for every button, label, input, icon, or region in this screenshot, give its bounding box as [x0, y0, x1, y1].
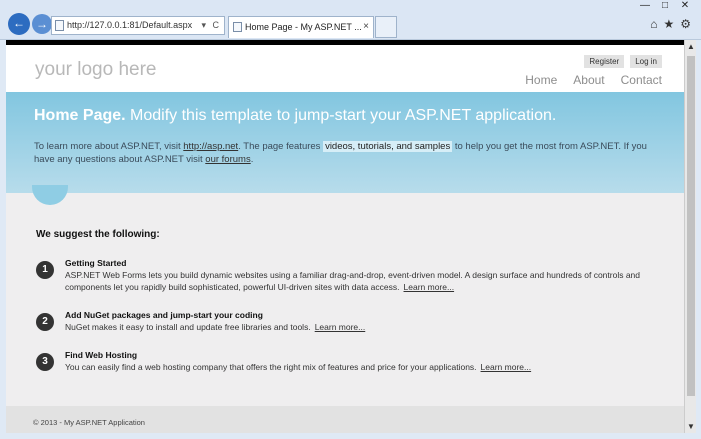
menu-about[interactable]: About [573, 73, 604, 87]
copyright-text: © 2013 - My ASP.NET Application [33, 418, 145, 427]
maximize-button[interactable]: □ [655, 0, 675, 11]
login-link[interactable]: Log in [630, 55, 662, 68]
featured-text-part: To learn more about ASP.NET, visit [34, 141, 184, 152]
close-window-button[interactable]: ✕ [675, 0, 695, 11]
featured-text-part: . The page features [238, 141, 324, 152]
favorites-icon[interactable]: ★ [663, 17, 674, 31]
login-links: Register Log in [578, 55, 662, 68]
item-title: Getting Started [65, 258, 127, 268]
home-icon[interactable]: ⌂ [650, 17, 657, 31]
browser-chrome: ← → http://127.0.0.1:81/Default.aspx ▾ C… [0, 0, 701, 40]
featured-title: Home Page. Modify this template to jump-… [34, 107, 556, 125]
step-number: 2 [36, 313, 54, 331]
arrow-left-icon: ← [13, 16, 25, 30]
window-controls: — □ ✕ [635, 0, 695, 11]
item-desc-text: You can easily find a web hosting compan… [65, 362, 477, 372]
forums-link[interactable]: our forums [205, 154, 250, 165]
menu-home[interactable]: Home [525, 73, 557, 87]
item-description: ASP.NET Web Forms lets you build dynamic… [65, 269, 655, 293]
menu-contact[interactable]: Contact [621, 73, 662, 87]
suggest-heading: We suggest the following: [36, 229, 160, 240]
site-logo[interactable]: your logo here [35, 59, 156, 81]
learn-more-link[interactable]: Learn more... [315, 322, 366, 332]
step-number: 3 [36, 353, 54, 371]
new-tab-button[interactable] [375, 16, 397, 38]
main-menu: Home About Contact [509, 73, 662, 87]
settings-icon[interactable]: ⚙ [680, 17, 691, 31]
scroll-up-icon[interactable]: ▲ [685, 42, 697, 51]
featured-banner: Home Page. Modify this template to jump-… [6, 92, 684, 193]
vertical-scrollbar[interactable]: ▲ ▼ [684, 40, 696, 433]
featured-subtitle: Modify this template to jump-start your … [125, 107, 557, 124]
scroll-down-icon[interactable]: ▼ [685, 422, 697, 431]
step-number: 1 [36, 261, 54, 279]
learn-more-link[interactable]: Learn more... [481, 362, 532, 372]
item-title: Add NuGet packages and jump-start your c… [65, 310, 263, 320]
item-description: You can easily find a web hosting compan… [65, 361, 655, 373]
item-desc-text: NuGet makes it easy to install and updat… [65, 322, 311, 332]
tab-home-page[interactable]: Home Page - My ASP.NET ... × [228, 16, 374, 38]
page-viewport: your logo here Register Log in Home About C… [6, 40, 684, 433]
asp-net-link[interactable]: http://asp.net [183, 141, 238, 152]
featured-text: To learn more about ASP.NET, visit http:… [34, 140, 654, 166]
tab-title: Home Page - My ASP.NET ... [245, 22, 362, 32]
item-title: Find Web Hosting [65, 350, 138, 360]
arrow-right-icon: → [36, 17, 48, 31]
forward-button[interactable]: → [32, 14, 52, 34]
page-title: Home Page. [34, 107, 126, 124]
featured-text-part: . [250, 154, 254, 165]
address-tools[interactable]: ▾ C [201, 17, 221, 34]
item-description: NuGet makes it easy to install and updat… [65, 321, 655, 333]
back-button[interactable]: ← [8, 13, 30, 35]
videos-tutorials-link[interactable]: videos, tutorials, and samples [323, 141, 453, 152]
address-text: http://127.0.0.1:81/Default.aspx [67, 20, 193, 30]
site-footer: © 2013 - My ASP.NET Application [6, 406, 684, 433]
address-bar[interactable]: http://127.0.0.1:81/Default.aspx ▾ C [51, 16, 225, 35]
page-icon [55, 20, 64, 31]
register-link[interactable]: Register [584, 55, 625, 68]
tab-close-icon[interactable]: × [363, 17, 369, 37]
toolbar-icons: ⌂ ★ ⚙ [644, 17, 691, 31]
site-header: your logo here Register Log in Home About C… [6, 45, 684, 92]
main-content: We suggest the following: 1 Getting Star… [6, 193, 684, 406]
scroll-thumb[interactable] [687, 56, 695, 396]
item-desc-text: ASP.NET Web Forms lets you build dynamic… [65, 270, 640, 292]
page-icon [233, 22, 242, 32]
learn-more-link[interactable]: Learn more... [404, 282, 455, 292]
minimize-button[interactable]: — [635, 0, 655, 11]
